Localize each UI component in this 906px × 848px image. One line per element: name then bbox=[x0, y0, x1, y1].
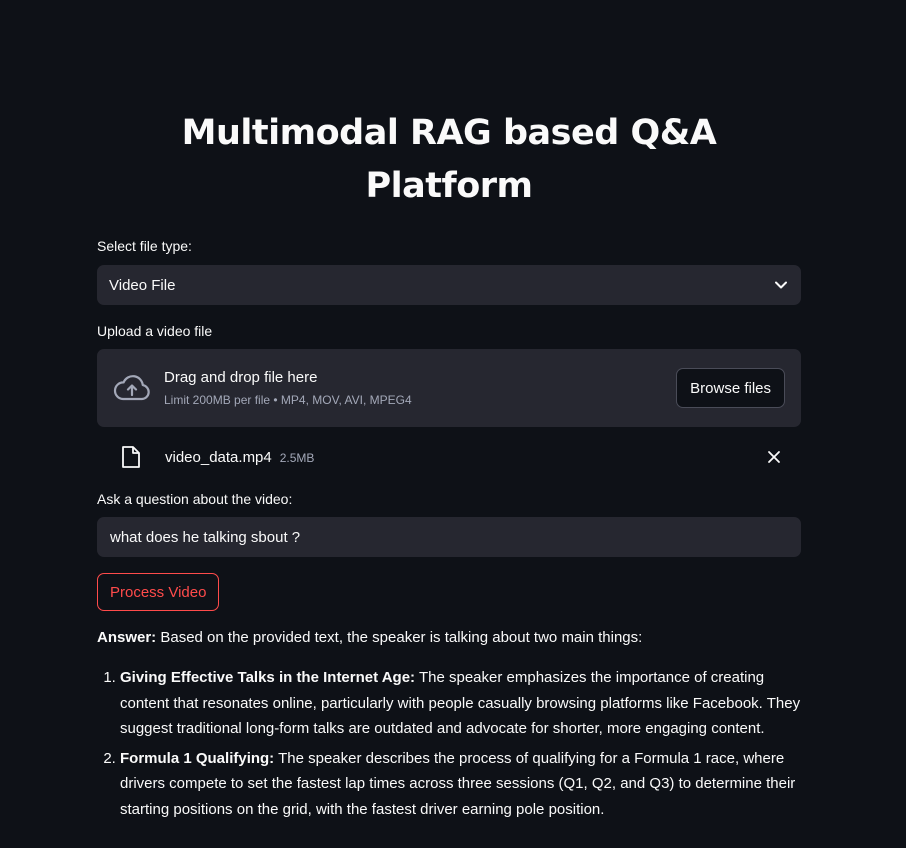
answer-point: Formula 1 Qualifying: The speaker descri… bbox=[120, 746, 801, 823]
answer-point: Giving Effective Talks in the Internet A… bbox=[120, 665, 801, 742]
answer-point-title: Formula 1 Qualifying: bbox=[120, 749, 275, 767]
file-dropzone[interactable]: Drag and drop file here Limit 200MB per … bbox=[97, 349, 801, 427]
main-container: Multimodal RAG based Q&A Platform Select… bbox=[97, 0, 801, 822]
close-icon[interactable] bbox=[765, 448, 783, 466]
upload-label: Upload a video file bbox=[97, 323, 213, 339]
chevron-down-icon bbox=[773, 277, 789, 293]
dropzone-limits: Limit 200MB per file • MP4, MOV, AVI, MP… bbox=[164, 392, 412, 407]
browse-files-button[interactable]: Browse files bbox=[676, 368, 785, 408]
answer-point-title: Giving Effective Talks in the Internet A… bbox=[120, 669, 416, 686]
cloud-upload-icon bbox=[113, 373, 151, 403]
page-title: Multimodal RAG based Q&A Platform bbox=[97, 0, 801, 213]
file-type-selected-value: Video File bbox=[109, 276, 176, 294]
answer-intro-text: Based on the provided text, the speaker … bbox=[160, 629, 643, 646]
process-video-button[interactable]: Process Video bbox=[97, 573, 220, 611]
file-type-label: Select file type: bbox=[97, 238, 192, 254]
dropzone-text: Drag and drop file here Limit 200MB per … bbox=[164, 368, 676, 409]
answer-intro: Answer: Based on the provided text, the … bbox=[97, 625, 801, 650]
uploaded-file-name: video_data.mp4 bbox=[165, 448, 272, 466]
question-label: Ask a question about the video: bbox=[97, 491, 293, 507]
page-title-line-2: Platform bbox=[365, 166, 533, 206]
page-title-line-1: Multimodal RAG based Q&A bbox=[181, 113, 717, 153]
answer-points: Giving Effective Talks in the Internet A… bbox=[97, 665, 801, 822]
file-icon bbox=[121, 444, 143, 470]
uploaded-file-size: 2.5MB bbox=[279, 450, 315, 465]
question-input-value: what does he talking sbout ? bbox=[110, 528, 301, 546]
answer-prefix: Answer: bbox=[97, 629, 157, 646]
question-input[interactable]: what does he talking sbout ? bbox=[97, 517, 801, 557]
uploaded-file-row: video_data.mp4 2.5MB bbox=[97, 427, 801, 487]
dropzone-instruction: Drag and drop file here bbox=[164, 368, 318, 386]
file-type-select[interactable]: Video File bbox=[97, 265, 801, 305]
